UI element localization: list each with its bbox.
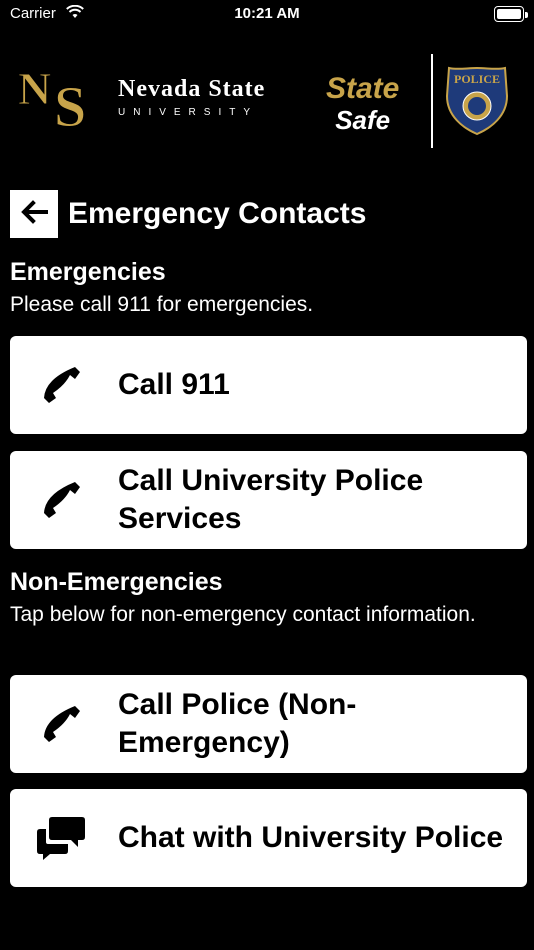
battery-icon bbox=[494, 6, 524, 22]
phone-icon bbox=[34, 675, 88, 773]
nevada-state-logo-icon: N S bbox=[18, 63, 104, 140]
page-title: Emergency Contacts bbox=[68, 197, 367, 230]
back-button[interactable] bbox=[10, 190, 58, 238]
chat-university-police-button[interactable]: Chat with University Police bbox=[10, 789, 527, 887]
university-name-line1: Nevada State bbox=[118, 76, 266, 102]
svg-text:S: S bbox=[54, 74, 86, 130]
state-safe-logo: State Safe bbox=[326, 72, 400, 135]
header-divider bbox=[431, 54, 433, 148]
battery-tip bbox=[525, 12, 528, 18]
chat-bubbles-icon bbox=[34, 789, 88, 887]
phone-icon bbox=[34, 451, 88, 549]
chat-university-police-label: Chat with University Police bbox=[118, 821, 504, 854]
svg-text:POLICE: POLICE bbox=[454, 72, 500, 86]
section-description-non-emergencies: Tap below for non-emergency contact info… bbox=[10, 603, 476, 626]
call-police-non-emergency-label: Call Police (Non-Emergency) bbox=[118, 688, 357, 759]
police-badge-icon: POLICE bbox=[445, 66, 509, 141]
arrow-left-icon bbox=[20, 199, 48, 229]
section-title-emergencies: Emergencies bbox=[10, 258, 166, 286]
university-name-line2: UNIVERSITY bbox=[118, 107, 259, 118]
status-bar: Carrier 10:21 AM bbox=[0, 0, 534, 30]
section-title-non-emergencies: Non-Emergencies bbox=[10, 568, 223, 596]
university-name: Nevada State UNIVERSITY bbox=[118, 76, 265, 118]
section-description-emergencies: Please call 911 for emergencies. bbox=[10, 293, 314, 316]
state-safe-line2: Safe bbox=[335, 105, 391, 135]
clock: 10:21 AM bbox=[234, 5, 300, 22]
header-branding: N S Nevada State UNIVERSITY State Safe P… bbox=[0, 52, 534, 152]
call-911-label: Call 911 bbox=[118, 368, 230, 401]
phone-icon bbox=[34, 336, 88, 434]
svg-text:N: N bbox=[18, 64, 51, 114]
call-911-button[interactable]: Call 911 bbox=[10, 336, 527, 434]
call-police-non-emergency-button[interactable]: Call Police (Non-Emergency) bbox=[10, 675, 527, 773]
call-university-police-label: Call University Police Services bbox=[118, 464, 424, 535]
call-university-police-button[interactable]: Call University Police Services bbox=[10, 451, 527, 549]
state-safe-line1: State bbox=[326, 72, 400, 105]
